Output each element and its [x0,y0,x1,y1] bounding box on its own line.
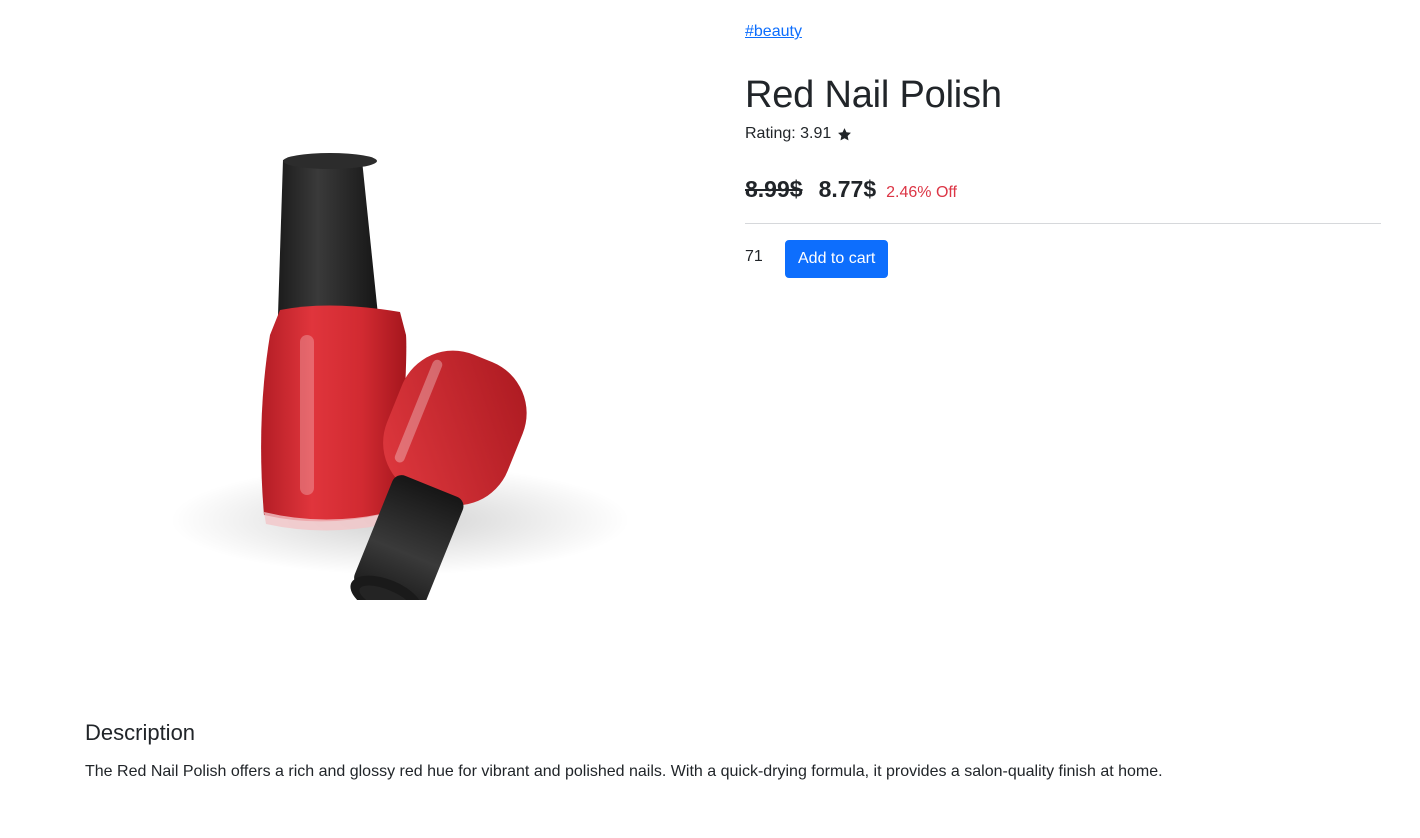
original-price: 8.99$ [745,176,803,202]
nail-polish-illustration [170,153,630,600]
category-tag-link[interactable]: #beauty [745,20,802,44]
description-section: Description The Red Nail Polish offers a… [85,718,1345,784]
price-row: 8.99$ 8.77$ 2.46% Off [745,176,1381,224]
star-icon [838,127,852,140]
description-heading: Description [85,720,196,745]
add-to-cart-button[interactable]: Add to cart [785,240,889,278]
sale-price: 8.77$ [818,176,877,202]
discount-badge: 2.46% Off [886,184,957,201]
stock-quantity: 71 [745,248,763,265]
product-rating: Rating: 3.91 [745,122,1381,146]
cart-row: 71 Add to cart [745,240,1381,278]
description-text: The Red Nail Polish offers a rich and gl… [85,763,1163,780]
rating-text: Rating: 3.91 [745,125,832,142]
product-image [150,120,650,600]
product-title: Red Nail Polish [745,74,1002,116]
product-page: #beauty Red Nail Polish Rating: 3.91 8.9… [0,0,1420,838]
product-info: #beauty Red Nail Polish Rating: 3.91 8.9… [745,20,1381,278]
